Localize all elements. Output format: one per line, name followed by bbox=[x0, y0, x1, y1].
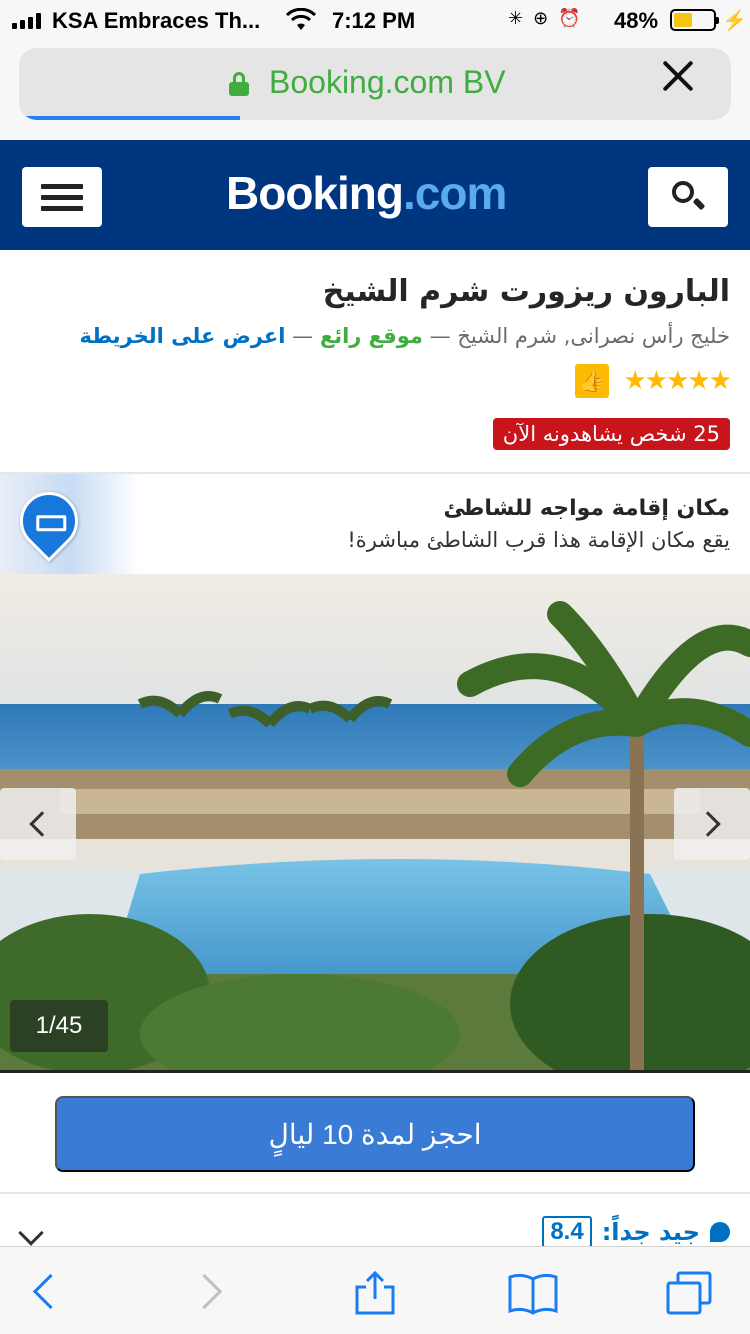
bed-icon bbox=[36, 513, 60, 527]
beachfront-banner: مكان إقامة مواجه للشاطئ يقع مكان الإقامة… bbox=[0, 474, 750, 574]
show-on-map-link[interactable]: اعرض على الخريطة bbox=[79, 324, 285, 348]
hamburger-icon-bar bbox=[41, 195, 83, 200]
chevron-left-icon bbox=[29, 811, 55, 837]
wifi-icon bbox=[286, 8, 316, 30]
rating-row: 👍 ★★★★★ bbox=[575, 364, 732, 398]
logo-booking-text: Booking bbox=[226, 167, 404, 219]
clock-time: 7:12 PM bbox=[332, 8, 416, 33]
hotel-name: البارون ريزورت شرم الشيخ bbox=[322, 274, 730, 309]
review-label: جيد جداً: bbox=[601, 1218, 700, 1246]
location-score-label: موقع رائع bbox=[319, 324, 423, 348]
lock-icon bbox=[229, 72, 249, 96]
separator: — bbox=[292, 324, 314, 348]
reserve-area: احجز لمدة 10 ليالٍ bbox=[0, 1073, 750, 1193]
hotel-info: البارون ريزورت شرم الشيخ خليج رأس نصرانى… bbox=[0, 250, 750, 472]
forward-icon[interactable] bbox=[186, 1271, 236, 1315]
tabs-icon[interactable] bbox=[664, 1271, 714, 1315]
browser-url-area: Booking.com BV bbox=[0, 40, 750, 140]
stop-loading-close-icon[interactable] bbox=[660, 58, 696, 94]
battery-icon bbox=[670, 9, 719, 31]
separator: — bbox=[429, 324, 451, 348]
carrier-name: KSA Embraces Th... bbox=[52, 8, 261, 33]
hamburger-icon bbox=[41, 184, 83, 189]
activity-spinner-icon: ✳ bbox=[508, 8, 524, 28]
thumbs-up-icon[interactable]: 👍 bbox=[575, 364, 610, 398]
chevron-down-icon[interactable] bbox=[18, 1220, 44, 1246]
bookmarks-icon[interactable] bbox=[508, 1271, 558, 1315]
rotation-lock-icon: ⊕ bbox=[533, 8, 549, 28]
viewers-badge: 25 شخص يشاهدونه الآن bbox=[492, 418, 730, 450]
chevron-right-icon bbox=[695, 811, 721, 837]
share-icon[interactable] bbox=[350, 1271, 400, 1315]
photo-counter: 1/45 bbox=[10, 1000, 108, 1052]
booking-logo[interactable]: Booking.com bbox=[226, 166, 507, 220]
status-bar: KSA Embraces Th... 7:12 PM ✳ ⊕ ⏰ 48% ⚡ bbox=[0, 0, 750, 40]
menu-button[interactable] bbox=[22, 167, 102, 227]
review-score-row[interactable]: جيد جداً: 8.4 bbox=[0, 1194, 750, 1246]
hotel-address-line: خليج رأس نصرانى, شرم الشيخ — موقع رائع —… bbox=[79, 324, 730, 348]
battery-percent: 48% bbox=[614, 8, 659, 33]
hotel-photo bbox=[0, 574, 750, 1072]
search-button[interactable] bbox=[648, 167, 728, 227]
logo-com-text: .com bbox=[402, 167, 507, 219]
address-bar[interactable]: Booking.com BV bbox=[19, 48, 731, 120]
review-score: جيد جداً: 8.4 bbox=[542, 1216, 730, 1246]
alarm-icon: ⏰ bbox=[558, 8, 581, 28]
photo-gallery[interactable]: 1/45 bbox=[0, 574, 750, 1072]
search-icon-handle bbox=[692, 197, 706, 211]
status-icons: ✳ ⊕ ⏰ bbox=[508, 8, 581, 29]
reserve-button[interactable]: احجز لمدة 10 ليالٍ bbox=[55, 1096, 695, 1172]
banner-title: مكان إقامة مواجه للشاطئ bbox=[443, 496, 730, 521]
previous-photo-button[interactable] bbox=[0, 788, 76, 860]
review-score-value: 8.4 bbox=[542, 1216, 592, 1246]
back-icon[interactable] bbox=[22, 1271, 72, 1315]
url-text[interactable]: Booking.com BV bbox=[269, 64, 506, 101]
hotel-address: خليج رأس نصرانى, شرم الشيخ bbox=[457, 324, 730, 348]
speech-bubble-icon bbox=[710, 1222, 730, 1242]
banner-subtitle: يقع مكان الإقامة هذا قرب الشاطئ مباشرة! bbox=[347, 528, 730, 552]
browser-toolbar bbox=[0, 1246, 750, 1334]
star-rating: ★★★★★ bbox=[623, 366, 732, 396]
charging-bolt-icon: ⚡ bbox=[722, 10, 747, 32]
search-icon bbox=[672, 181, 694, 203]
hamburger-icon-bar bbox=[41, 206, 83, 211]
next-photo-button[interactable] bbox=[674, 788, 750, 860]
signal-strength-icon bbox=[12, 13, 41, 29]
site-header: Booking.com bbox=[0, 140, 750, 250]
page-load-progress bbox=[19, 116, 240, 120]
